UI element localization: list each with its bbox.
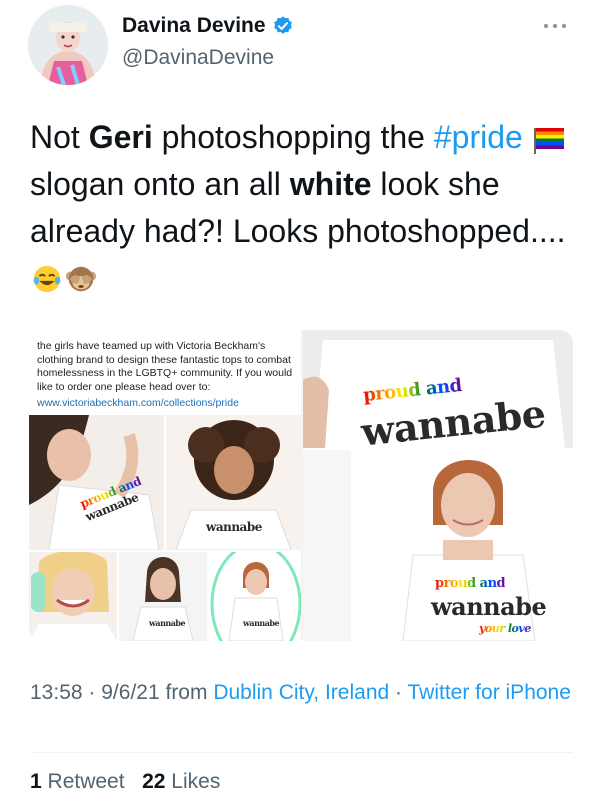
photo-victoria: proud and wannabe [29,415,164,550]
shirt-text-geri-large-1: proud and [435,576,506,591]
bold-geri: Geri [88,119,153,155]
retweets-stat[interactable]: 1 Retweet [30,770,125,793]
photo-geri-small: wannabe [209,552,301,641]
tweet-source-link[interactable]: Twitter for iPhone [408,681,571,704]
bold-white: white [289,166,372,202]
photo-mel-c: wannabe [119,552,207,641]
verified-badge-icon [273,16,292,34]
author-handle[interactable]: @DavinaDevine [122,46,274,70]
photo-emma [29,552,117,641]
photo-geri-large: proud and wannabe your love [303,450,573,641]
author-display-name[interactable]: Davina Devine [122,14,266,38]
stats-divider [30,752,572,753]
see-no-evil-monkey-emoji [65,266,97,292]
likes-stat[interactable]: 22 Likes [142,770,220,793]
more-options-icon[interactable] [540,18,570,34]
media-caption: the girls have teamed up with Victoria B… [37,340,295,411]
avatar[interactable] [28,5,108,85]
tweet-meta: 13:58 · 9/6/21 from Dublin City, Ireland… [30,681,571,704]
photo-shirt-closeup: proud and wannabe [303,330,573,448]
shirt-text-mel-c: wannabe [149,618,186,628]
tweet-stats: 1 Retweet 22 Likes [30,770,220,794]
tweet-date: 9/6/21 [101,681,160,704]
tweet-text: Not Geri photoshopping the #pride slogan… [30,114,575,302]
media-image-left[interactable]: the girls have teamed up with Victoria B… [29,330,301,641]
tears-of-joy-emoji [33,265,61,293]
shirt-text-geri-large-3: your love [479,622,531,635]
shirt-text-mel-b: wannabe [206,520,262,534]
author-name-row[interactable]: Davina Devine [122,14,294,38]
shirt-text-geri-large-2: wannabe [431,592,547,621]
media-caption-link: www.victoriabeckham.com/collections/prid… [37,397,239,409]
rainbow-flag-emoji [533,128,564,154]
pride-hashtag-link[interactable]: #pride [434,119,523,155]
tweet-location-link[interactable]: Dublin City, Ireland [213,681,389,704]
shirt-text-geri-small: wannabe [243,618,280,628]
tweet-media[interactable]: the girls have teamed up with Victoria B… [29,330,573,641]
tweet-time: 13:58 [30,681,83,704]
photo-mel-b: wannabe [166,415,301,550]
media-image-right[interactable]: proud and wannabe proud and wannabe your… [303,330,573,641]
